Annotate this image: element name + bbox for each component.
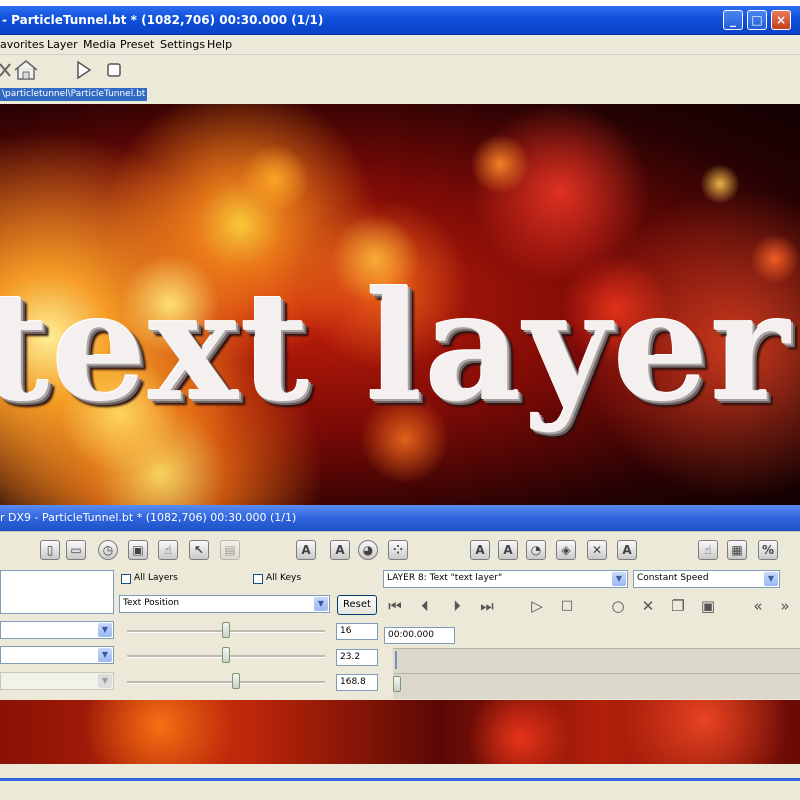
go-to-start-icon[interactable]: ⏮ (385, 596, 405, 616)
chevron-down-icon: ▼ (764, 572, 778, 586)
arrow-icon[interactable]: ↖ (189, 540, 209, 560)
delete-key-icon[interactable]: ✕ (638, 596, 658, 616)
play-icon[interactable] (75, 60, 93, 83)
menu-preset[interactable]: Preset (120, 38, 154, 51)
minimize-button[interactable]: _ (723, 10, 743, 30)
new-file-icon[interactable]: ▯ (40, 540, 60, 560)
bokeh-light (700, 164, 740, 204)
chevron-down-icon: ▼ (98, 648, 112, 662)
menu-help[interactable]: Help (207, 38, 232, 51)
toolbar (0, 55, 800, 85)
percent-icon[interactable]: % (758, 540, 778, 560)
timeline[interactable] (393, 648, 800, 699)
menu-bar: avorites Layer Media Preset Settings Hel… (0, 35, 800, 55)
clock-icon[interactable]: ◷ (98, 540, 118, 560)
paste-key-icon[interactable]: ▣ (698, 596, 718, 616)
property-select[interactable]: Text Position ▼ (119, 595, 330, 613)
value-field-1[interactable]: 16 (336, 623, 378, 640)
open-folder-icon[interactable]: ▭ (66, 540, 86, 560)
frame-icon[interactable]: ▣ (128, 540, 148, 560)
window-border (0, 778, 800, 781)
home-icon[interactable] (12, 58, 40, 85)
all-keys-checkbox[interactable] (253, 574, 263, 584)
all-keys-label: All Keys (266, 573, 302, 583)
chevron-down-icon: ▼ (98, 623, 112, 637)
time-field[interactable]: 00:00.000 (384, 627, 455, 644)
property-select-value: Text Position (123, 598, 180, 608)
slider-track-3[interactable] (127, 681, 325, 684)
param-select-1[interactable]: ▼ (0, 621, 114, 639)
close-button[interactable]: × (771, 10, 791, 30)
head-icon[interactable]: ◕ (358, 540, 378, 560)
speed-select[interactable]: Constant Speed ▼ (633, 570, 780, 588)
editor-panel: ▯ ▭ ◷ ▣ ☝ ↖ ▤ A A ◕ ⁘ A A ◔ ◈ ✕ A ☝ ▦ % … (0, 531, 800, 700)
particles-icon[interactable]: ⁘ (388, 540, 408, 560)
disabled-tool-icon: ▤ (220, 540, 240, 560)
menu-media[interactable]: Media (83, 38, 116, 51)
text-a-icon[interactable]: A (296, 540, 316, 560)
window-title: - ParticleTunnel.bt * (1082,706) 00:30.0… (2, 13, 324, 27)
video-preview[interactable]: text layer (0, 104, 800, 505)
stop-icon[interactable]: □ (557, 596, 577, 616)
rewind-icon[interactable]: « (748, 596, 768, 616)
speech-icon[interactable]: ◔ (526, 540, 546, 560)
text-box-icon[interactable]: A (330, 540, 350, 560)
value-field-2[interactable]: 23.2 (336, 649, 378, 666)
bokeh-light (470, 134, 530, 194)
editor-title: r DX9 - ParticleTunnel.bt * (1082,706) 0… (0, 511, 297, 524)
layer-select[interactable]: LAYER 8: Text "text layer" ▼ (383, 570, 628, 588)
go-to-end-icon[interactable]: ⏭ (477, 596, 497, 616)
maximize-button[interactable]: □ (747, 10, 767, 30)
slider-thumb-3[interactable] (231, 673, 240, 689)
hand-point-icon[interactable]: ☝ (698, 540, 718, 560)
slider-thumb-1[interactable] (222, 622, 230, 638)
text-effect-icon[interactable]: A (470, 540, 490, 560)
all-layers-label: All Layers (134, 573, 178, 583)
menu-layer[interactable]: Layer (47, 38, 78, 51)
project-path[interactable]: \particletunnel\ParticleTunnel.bt (0, 88, 148, 101)
main-title-bar[interactable]: - ParticleTunnel.bt * (1082,706) 00:30.0… (0, 6, 800, 35)
layer-preview-box[interactable] (0, 570, 114, 614)
timeline-cursor[interactable] (395, 651, 397, 669)
text-shape-icon[interactable]: A (498, 540, 518, 560)
group-icon[interactable]: ◈ (556, 540, 576, 560)
timeline-divider (393, 673, 800, 674)
play-icon[interactable]: ▷ (527, 596, 547, 616)
param-select-2[interactable]: ▼ (0, 646, 114, 664)
delete-icon[interactable]: ✕ (587, 540, 607, 560)
next-key-icon[interactable]: ⏵ (447, 596, 467, 616)
value-field-3[interactable]: 168.8 (336, 674, 378, 691)
chevron-down-icon: ▼ (314, 597, 328, 611)
path-bar: \particletunnel\ParticleTunnel.bt (0, 85, 800, 104)
editor-title-bar[interactable]: r DX9 - ParticleTunnel.bt * (1082,706) 0… (0, 505, 800, 531)
slider-thumb-2[interactable] (222, 647, 230, 663)
stop-icon[interactable] (107, 63, 121, 80)
close-x-icon[interactable] (0, 60, 12, 83)
hand-icon[interactable]: ☝ (158, 540, 178, 560)
chevron-down-icon: ▼ (98, 674, 112, 688)
copy-key-icon[interactable]: ❐ (668, 596, 688, 616)
record-key-icon[interactable]: ○ (608, 596, 628, 616)
preview-strip (0, 700, 800, 764)
speed-select-value: Constant Speed (637, 573, 709, 583)
reset-button[interactable]: Reset (337, 595, 377, 615)
all-layers-checkbox[interactable] (121, 574, 131, 584)
fast-forward-icon[interactable]: » (775, 596, 795, 616)
bokeh-light (240, 144, 310, 214)
status-bar (0, 764, 800, 800)
menu-settings[interactable]: Settings (160, 38, 205, 51)
menu-favorites[interactable]: avorites (0, 38, 44, 51)
image-icon[interactable]: ▦ (727, 540, 747, 560)
preview-text: text layer (0, 259, 792, 435)
timeline-key-handle[interactable] (393, 676, 401, 692)
layer-select-value: LAYER 8: Text "text layer" (387, 573, 503, 583)
previous-key-icon[interactable]: ⏴ (415, 596, 435, 616)
chevron-down-icon: ▼ (612, 572, 626, 586)
text-tag-icon[interactable]: A (617, 540, 637, 560)
param-select-3: ▼ (0, 672, 114, 690)
